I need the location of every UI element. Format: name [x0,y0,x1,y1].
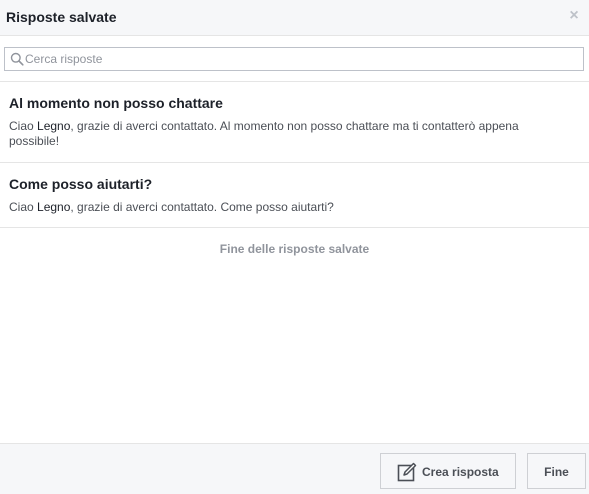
done-label: Fine [544,465,569,479]
search-box[interactable] [4,47,584,71]
dialog-title: Risposte salvate [6,9,117,25]
dialog-footer: Crea risposta Fine [0,443,589,494]
saved-reply-item[interactable]: Come posso aiutarti? Ciao Legno, grazie … [0,163,589,228]
dialog-header: Risposte salvate × [0,0,589,36]
reply-text: Ciao Legno, grazie di averci contattato.… [9,119,569,149]
search-input[interactable] [25,49,575,69]
reply-recipient-name: Legno [37,119,71,133]
create-reply-label: Crea risposta [422,465,499,479]
reply-text-suffix: , grazie di averci contattato. Al moment… [9,119,519,148]
search-icon [10,52,24,66]
search-bar [0,36,589,82]
saved-replies-dialog: Risposte salvate × Al momento non posso … [0,0,589,494]
create-reply-button[interactable]: Crea risposta [380,453,516,489]
close-icon[interactable]: × [567,7,581,25]
reply-text-prefix: Ciao [9,200,38,214]
edit-icon [397,462,417,482]
reply-text: Ciao Legno, grazie di averci contattato.… [9,200,569,215]
reply-title: Al momento non posso chattare [9,95,223,111]
reply-recipient-name: Legno [37,200,71,214]
saved-reply-item[interactable]: Al momento non posso chattare Ciao Legno… [0,82,589,163]
done-button[interactable]: Fine [527,453,586,489]
reply-text-prefix: Ciao [9,119,38,133]
reply-text-suffix: , grazie di averci contattato. Come poss… [70,200,334,214]
end-of-list-note: Fine delle risposte salvate [219,242,370,256]
reply-title: Come posso aiutarti? [9,176,153,192]
